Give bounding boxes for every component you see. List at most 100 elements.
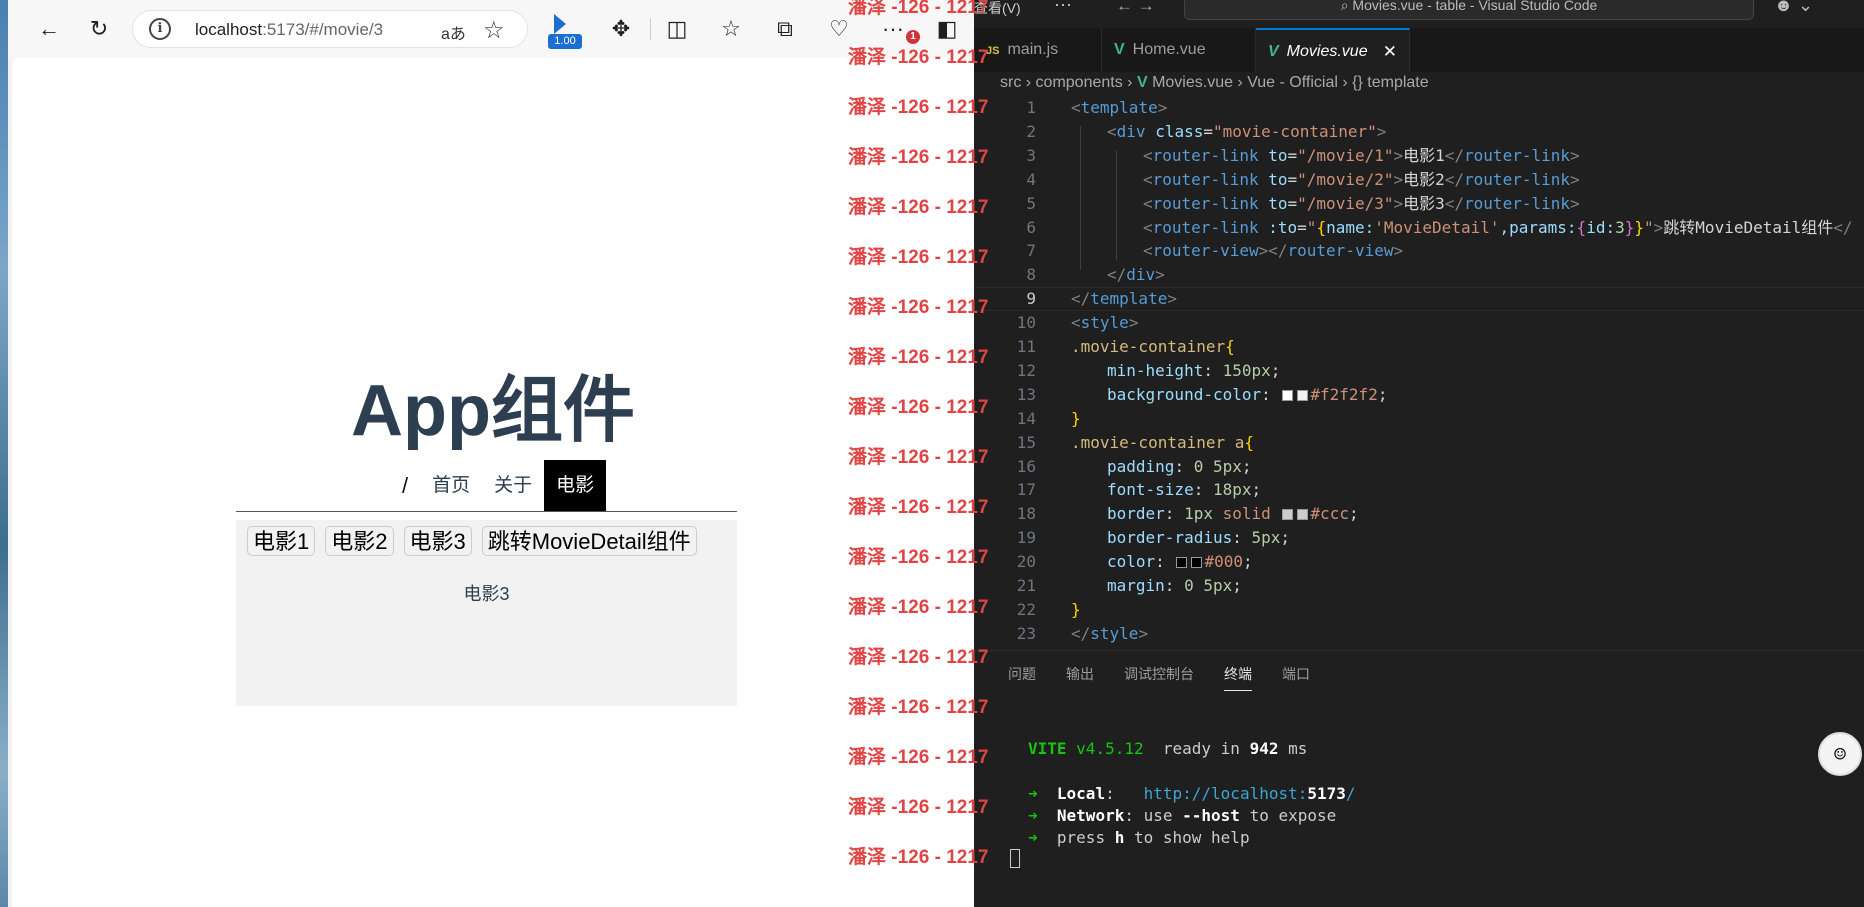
web-page: App组件 / 首页 关于 电影 电影1 电影2 电影3 跳转MovieDeta… [12,58,974,907]
terminal-output[interactable]: VITE v4.5.12 ready in 942 ms ➜ Local: ht… [1028,738,1356,849]
extensions-puzzle-icon[interactable]: ✥ [604,12,638,46]
indent-guide [1116,150,1117,260]
code-line: <router-view></router-view> [1143,241,1404,261]
browser-window: ← ↻ i localhost:5173/#/movie/3 aあ ☆ 1.00… [8,0,974,907]
code-line: } [1071,599,1081,619]
browser-toolbar: ← ↻ i localhost:5173/#/movie/3 aあ ☆ 1.00… [8,0,974,58]
code-line: font-size: 18px; [1107,480,1262,500]
color-swatch[interactable] [1282,509,1294,521]
vscode-window: 查看(V) ··· ← → ⌕ Movies.vue - table - Vis… [974,0,1864,907]
panel-divider [974,650,1864,651]
nav-link-about[interactable]: 关于 [482,460,544,512]
read-aloud-icon[interactable]: aあ [441,20,466,44]
code-line: border: 1px solid #ccc; [1107,504,1359,524]
zoom-badge: 1.00 [548,34,582,49]
avatar[interactable]: ☺ [1818,732,1862,776]
code-line: <router-link to="/movie/1">电影1</router-l… [1143,145,1580,165]
watermark-text: 潘泽 -126 - 1217 [848,297,989,318]
copilot-icon[interactable]: ☻ ⌄ [1774,0,1813,16]
favorite-star-icon[interactable]: ☆ [483,16,505,45]
watermark-text: 潘泽 -126 - 1217 [848,747,989,768]
nav-link-home[interactable]: 首页 [420,460,482,512]
code-line: <router-link to="/movie/3">电影3</router-l… [1143,193,1580,213]
panel-tab-debug-console[interactable]: 调试控制台 [1124,664,1194,691]
vue-file-icon: V [1136,74,1148,91]
nav-link-root[interactable]: / [390,460,420,512]
tab-movies-vue[interactable]: V Movies.vue ✕ [1256,28,1410,72]
line-number: 4 [1026,169,1036,189]
code-line: color: #000; [1107,552,1253,572]
code-line: <router-link :to="{name:'MovieDetail',pa… [1143,217,1853,237]
color-swatch[interactable] [1191,557,1203,569]
main-nav: / 首页 关于 电影 [390,460,607,512]
breadcrumb-file[interactable]: Movies.vue [1152,74,1233,91]
watermark-text: 潘泽 -126 - 1217 [848,547,989,568]
movie-link-2[interactable]: 电影2 [325,526,394,556]
movie-detail-link[interactable]: 跳转MovieDetail组件 [481,526,697,556]
code-line: .movie-container{ [1071,337,1235,356]
line-number: 6 [1026,217,1036,237]
screen: ← ↻ i localhost:5173/#/movie/3 aあ ☆ 1.00… [0,0,1864,907]
code-line: min-height: 150px; [1107,360,1281,380]
zoom-indicator[interactable]: 1.00 [548,14,582,49]
favorites-icon[interactable]: ☆ [714,12,748,46]
watermark-text: 潘泽 -126 - 1217 [848,597,989,618]
breadcrumb-symbol[interactable]: template [1367,74,1428,91]
braces-icon: {} [1352,74,1363,91]
watermark-text: 潘泽 -126 - 1217 [848,197,989,218]
nav-back-forward-icon[interactable]: ← → [1116,0,1155,16]
refresh-icon[interactable]: ↻ [82,12,116,46]
split-screen-icon[interactable]: ◫ [660,12,694,46]
site-info-icon[interactable]: i [149,18,171,40]
nav-divider [236,511,737,512]
watermark-text: 潘泽 -126 - 1217 [848,97,989,118]
panel-tabs: 问题 输出 调试控制台 终端 端口 [1008,664,1340,691]
code-line: <template> [1071,98,1168,117]
movie-link-1[interactable]: 电影1 [247,526,316,556]
code-line: } [1071,408,1081,428]
breadcrumb: src › components › V Movies.vue › Vue - … [1000,74,1429,91]
panel-tab-ports[interactable]: 端口 [1282,664,1310,691]
code-line: <router-link to="/movie/2">电影2</router-l… [1143,169,1580,189]
tab-home-vue[interactable]: V Home.vue [1102,28,1256,72]
url-text[interactable]: localhost:5173/#/movie/3 [195,20,383,40]
command-center[interactable]: ⌕ Movies.vue - table - Visual Studio Cod… [1184,0,1754,20]
address-bar[interactable]: i localhost:5173/#/movie/3 aあ ☆ [132,10,528,48]
color-swatch[interactable] [1297,509,1309,521]
watermark-text: 潘泽 -126 - 1217 [848,797,989,818]
color-swatch[interactable] [1297,389,1309,401]
watermark-text: 潘泽 -126 - 1217 [848,0,989,18]
movie-link-3[interactable]: 电影3 [403,526,472,556]
code-line: </template> [1071,289,1177,309]
menu-more-icon[interactable]: ··· [1054,0,1072,15]
breadcrumb-language[interactable]: Vue - Official [1247,74,1338,91]
watermark-text: 潘泽 -126 - 1217 [848,497,989,518]
watermark-text: 潘泽 -126 - 1217 [848,447,989,468]
code-line: margin: 0 5px; [1107,576,1242,595]
breadcrumb-src[interactable]: src [1000,74,1021,91]
watermark-text: 潘泽 -126 - 1217 [848,247,989,268]
back-arrow-icon[interactable]: ← [32,12,66,46]
nav-link-movie[interactable]: 电影 [544,460,607,512]
watermark-text: 潘泽 -126 - 1217 [848,847,989,868]
vscode-titlebar: 查看(V) ··· ← → ⌕ Movies.vue - table - Vis… [974,0,1864,22]
movie-links: 电影1 电影2 电影3 跳转MovieDetail组件 [242,526,702,556]
color-swatch[interactable] [1282,389,1294,401]
watermark-text: 潘泽 -126 - 1217 [848,697,989,718]
watermark-text: 潘泽 -126 - 1217 [848,647,989,668]
collections-icon[interactable]: ⧉ [768,12,802,46]
panel-tab-terminal[interactable]: 终端 [1224,664,1252,691]
router-view-content: 电影3 [463,584,510,604]
panel-tab-output[interactable]: 输出 [1066,664,1094,691]
code-line: padding: 0 5px; [1107,456,1252,476]
editor-tabs: JS main.js V Home.vue V Movies.vue ✕ [974,28,1864,72]
watermark-text: 潘泽 -126 - 1217 [848,397,989,418]
color-swatch[interactable] [1176,557,1188,569]
vue-file-icon: V [1268,43,1279,60]
code-line: </style> [1071,623,1149,643]
breadcrumb-components[interactable]: components [1036,74,1123,91]
watermark-text: 潘泽 -126 - 1217 [848,347,989,368]
close-tab-icon[interactable]: ✕ [1383,30,1397,74]
code-line: border-radius: 5px; [1107,528,1291,548]
toolbar-divider [650,18,651,40]
